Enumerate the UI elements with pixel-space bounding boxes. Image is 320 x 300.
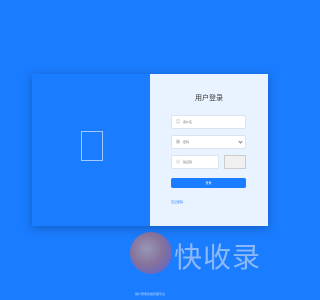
captcha-image[interactable] [224,155,246,169]
login-form-panel: 用户登录 ☺ ▣ ◎ 登录 忘记密码 [150,74,268,226]
password-field[interactable]: ▣ [171,135,246,149]
login-card: 用户登录 ☺ ▣ ◎ 登录 忘记密码 [32,74,268,226]
login-title: 用户登录 [195,94,223,102]
watermark: 快收录 [130,228,290,280]
watermark-text: 快收录 [174,241,262,274]
password-input[interactable] [183,136,238,148]
user-icon: ☺ [175,119,181,125]
chevron-down-icon[interactable] [238,139,243,144]
captcha-field[interactable]: ◎ [171,155,219,169]
card-illustration-panel [32,74,150,226]
login-button[interactable]: 登录 [171,178,246,188]
username-field[interactable]: ☺ [171,115,246,129]
lock-icon: ▣ [175,139,181,145]
footer-text: 用户登录系统管理平台 [134,292,165,296]
watermark-logo-icon [130,232,172,274]
shield-icon: ◎ [175,159,181,165]
captcha-input[interactable] [183,156,215,168]
forgot-password-link[interactable]: 忘记密码 [171,200,183,204]
username-input[interactable] [183,116,238,128]
illustration-placeholder [81,131,103,161]
